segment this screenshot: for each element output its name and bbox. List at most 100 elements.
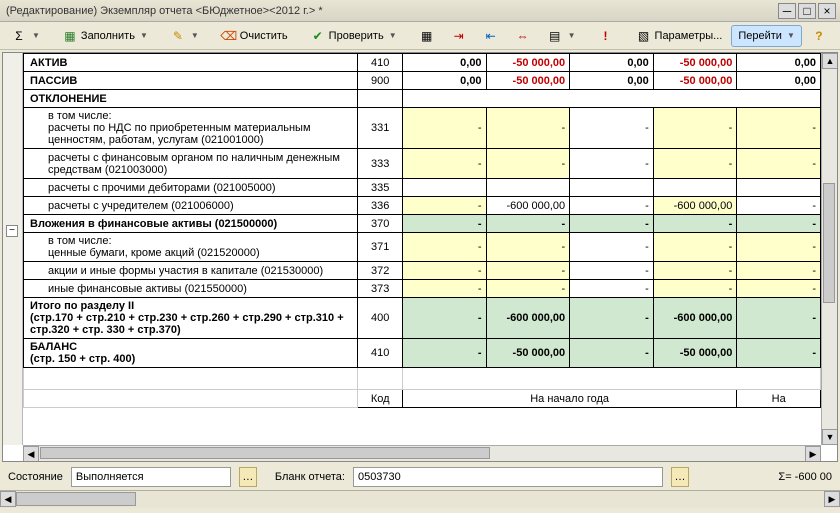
table-row[interactable]: АКТИВ4100,00-50 000,000,00-50 000,000,00 — [24, 54, 821, 72]
maximize-button[interactable]: □ — [798, 3, 816, 19]
cell[interactable]: - — [486, 262, 570, 280]
cell[interactable]: 0,00 — [402, 54, 486, 72]
cell[interactable]: - — [402, 233, 486, 262]
state-picker[interactable]: … — [239, 467, 257, 487]
cell[interactable]: -50 000,00 — [653, 54, 737, 72]
scroll-left-icon[interactable]: ◀ — [23, 446, 39, 462]
fill-button[interactable]: ▦Заполнить▼ — [55, 25, 155, 47]
table-row[interactable]: в том числе:ценные бумаги, кроме акций (… — [24, 233, 821, 262]
cell[interactable] — [737, 179, 821, 197]
cell[interactable]: - — [653, 108, 737, 149]
cell[interactable]: - — [402, 280, 486, 298]
cell[interactable]: -50 000,00 — [486, 54, 570, 72]
cell[interactable]: - — [402, 262, 486, 280]
tool5-button[interactable]: ▤▼ — [540, 25, 583, 47]
bottom-scrollbar[interactable]: ◀ ▶ — [0, 490, 840, 508]
cell[interactable]: - — [737, 108, 821, 149]
cell[interactable]: -600 000,00 — [486, 197, 570, 215]
cell[interactable]: - — [402, 108, 486, 149]
help-button[interactable]: ? — [804, 25, 834, 47]
params-button[interactable]: ▧Параметры... — [629, 25, 730, 47]
cell[interactable]: - — [737, 149, 821, 179]
scroll-down-icon[interactable]: ▼ — [822, 429, 838, 445]
table-row[interactable]: расчеты с прочими дебиторами (021005000)… — [24, 179, 821, 197]
scroll-thumb[interactable] — [823, 183, 835, 303]
cell[interactable]: - — [570, 298, 654, 339]
cell[interactable]: - — [486, 280, 570, 298]
table-row[interactable]: Итого по разделу II(стр.170 + стр.210 + … — [24, 298, 821, 339]
minimize-button[interactable]: ─ — [778, 3, 796, 19]
table-row[interactable]: расчеты с учредителем (021006000)336--60… — [24, 197, 821, 215]
cell[interactable]: -50 000,00 — [653, 339, 737, 368]
tool4-button[interactable]: ⇔ — [508, 25, 538, 47]
cell[interactable]: - — [737, 262, 821, 280]
cell[interactable]: - — [737, 215, 821, 233]
sum-button[interactable]: Σ▼ — [4, 25, 47, 47]
cell[interactable]: 0,00 — [570, 54, 654, 72]
cell[interactable]: - — [570, 339, 654, 368]
cell[interactable] — [653, 179, 737, 197]
table-row[interactable]: в том числе:расчеты по НДС по приобретен… — [24, 108, 821, 149]
check-button[interactable]: ✔Проверить▼ — [303, 25, 404, 47]
cell[interactable]: - — [486, 108, 570, 149]
goto-button[interactable]: Перейти▼ — [731, 25, 802, 47]
table-row[interactable]: акции и иные формы участия в капитале (0… — [24, 262, 821, 280]
cell[interactable]: -600 000,00 — [486, 298, 570, 339]
table-row[interactable]: ОТКЛОНЕНИЕ — [24, 90, 821, 108]
clear-button[interactable]: ⌫Очистить — [214, 25, 295, 47]
bottom-scroll-thumb[interactable] — [16, 492, 136, 506]
cell[interactable]: - — [653, 215, 737, 233]
cell[interactable]: - — [570, 149, 654, 179]
cell[interactable]: - — [653, 233, 737, 262]
scroll-up-icon[interactable]: ▲ — [822, 53, 838, 69]
cell[interactable]: - — [486, 215, 570, 233]
cell[interactable]: - — [486, 233, 570, 262]
cell[interactable]: -50 000,00 — [486, 339, 570, 368]
cell[interactable]: - — [737, 197, 821, 215]
info-button[interactable]: ! — [591, 25, 621, 47]
cell[interactable]: - — [737, 298, 821, 339]
cell[interactable]: - — [737, 280, 821, 298]
cell[interactable]: - — [737, 339, 821, 368]
bottom-scroll-left-icon[interactable]: ◀ — [0, 491, 16, 507]
cell[interactable]: - — [402, 215, 486, 233]
bottom-scroll-right-icon[interactable]: ▶ — [824, 491, 840, 507]
table-row[interactable]: Вложения в финансовые активы (021500000)… — [24, 215, 821, 233]
cell[interactable]: - — [570, 197, 654, 215]
blank-picker[interactable]: … — [671, 467, 689, 487]
cell[interactable]: - — [570, 262, 654, 280]
data-grid[interactable]: АКТИВ4100,00-50 000,000,00-50 000,000,00… — [23, 53, 821, 445]
cell[interactable]: 0,00 — [737, 54, 821, 72]
cell[interactable]: -600 000,00 — [653, 298, 737, 339]
tool2-button[interactable]: ⇥ — [444, 25, 474, 47]
scroll-thumb-h[interactable] — [40, 447, 490, 459]
close-button[interactable]: × — [818, 3, 836, 19]
cell[interactable]: -50 000,00 — [653, 72, 737, 90]
cell[interactable]: - — [570, 215, 654, 233]
table-row[interactable]: иные финансовые активы (021550000)373---… — [24, 280, 821, 298]
cell[interactable]: - — [653, 280, 737, 298]
cell[interactable] — [402, 179, 486, 197]
cell[interactable]: - — [486, 149, 570, 179]
cell[interactable]: 0,00 — [570, 72, 654, 90]
cell[interactable]: - — [653, 149, 737, 179]
blank-field[interactable]: 0503730 — [353, 467, 663, 487]
edit-button[interactable]: ✎▼ — [163, 25, 206, 47]
cell[interactable]: - — [653, 262, 737, 280]
tool3-button[interactable]: ⇤ — [476, 25, 506, 47]
table-row[interactable]: расчеты с финансовым органом по наличным… — [24, 149, 821, 179]
table-row[interactable]: ПАССИВ9000,00-50 000,000,00-50 000,000,0… — [24, 72, 821, 90]
scroll-right-icon[interactable]: ▶ — [805, 446, 821, 462]
cell[interactable] — [486, 179, 570, 197]
state-field[interactable]: Выполняется — [71, 467, 231, 487]
cell[interactable]: 0,00 — [402, 72, 486, 90]
cell[interactable]: 0,00 — [737, 72, 821, 90]
cell[interactable]: - — [402, 149, 486, 179]
cell[interactable] — [570, 179, 654, 197]
cell[interactable]: - — [402, 298, 486, 339]
cell[interactable]: - — [570, 280, 654, 298]
actions-button[interactable]: Действия▼ — [836, 25, 840, 47]
cell[interactable]: - — [402, 197, 486, 215]
table-row[interactable]: БАЛАНС(стр. 150 + стр. 400)410--50 000,0… — [24, 339, 821, 368]
cell[interactable]: -50 000,00 — [486, 72, 570, 90]
